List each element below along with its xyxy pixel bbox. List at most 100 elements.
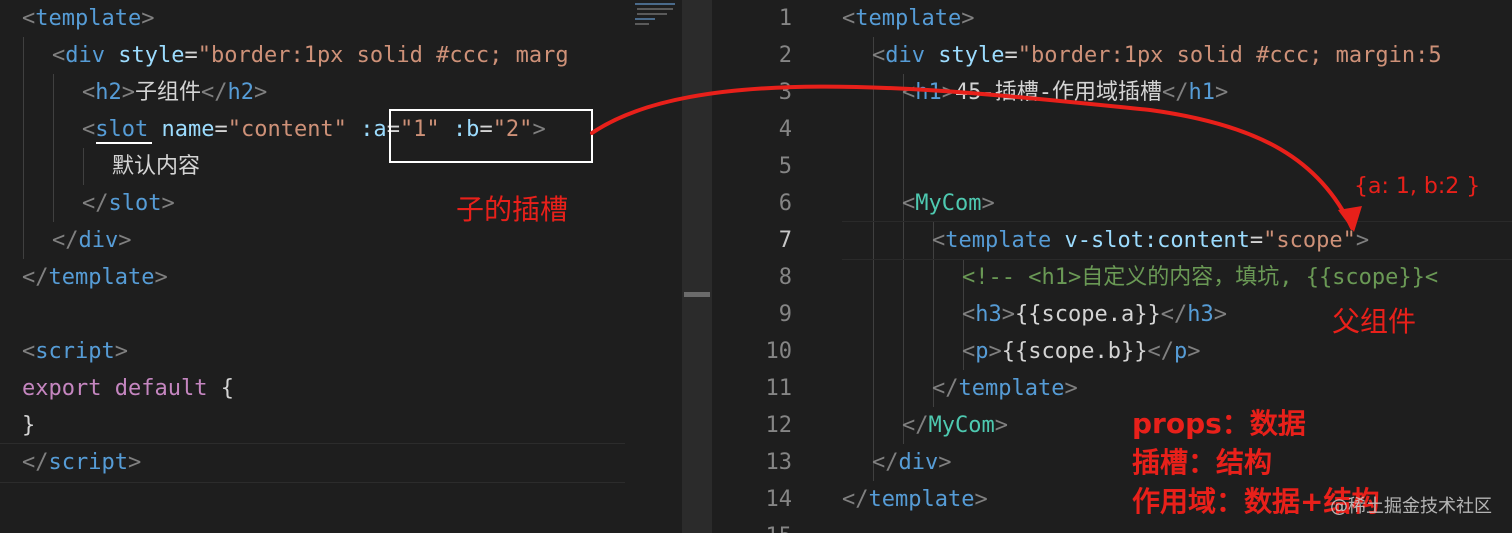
token: style [118, 43, 185, 68]
token: slot [108, 191, 162, 216]
token: > [961, 6, 975, 31]
token: h1 [1188, 80, 1215, 105]
code-line[interactable]: <div style="border:1px solid #ccc; marg [52, 37, 569, 74]
line-number: 9 [778, 302, 792, 327]
line-number: 7 [778, 228, 792, 253]
token: < [52, 43, 66, 68]
indent-guide [53, 74, 54, 222]
token: > [1064, 376, 1078, 401]
token: > [254, 80, 268, 105]
token: < [902, 191, 916, 216]
token: template [35, 6, 142, 31]
token: > [988, 339, 1002, 364]
token: </ [22, 265, 49, 290]
token: "content" [227, 117, 347, 142]
line-number: 15 [712, 518, 793, 533]
token: > [118, 228, 132, 253]
token: </ [1147, 339, 1174, 364]
token: < [962, 339, 976, 364]
code-line[interactable]: <h1>45-插槽-作用域插槽</h1> [902, 74, 1228, 111]
code-line[interactable]: <!-- <h1>自定义的内容，填坑, {{scope}}< [962, 259, 1438, 296]
minimap[interactable] [625, 0, 682, 533]
token: h3 [1187, 302, 1214, 327]
token: h2 [227, 80, 255, 105]
minimap-line [637, 13, 667, 15]
token: </ [201, 80, 228, 105]
token: > [941, 80, 955, 105]
token: :a [360, 117, 387, 142]
line-number: 6 [778, 191, 792, 216]
watermark: @稀土掘金技术社区 [1330, 496, 1492, 517]
token: < [22, 6, 36, 31]
line-number: 8 [778, 265, 792, 290]
token: < [932, 228, 946, 253]
code-line[interactable]: </MyCom> [902, 407, 1008, 444]
token: </ [82, 191, 109, 216]
token: < [82, 117, 96, 142]
code-line[interactable]: </template> [842, 481, 988, 518]
line-number: 3 [778, 80, 792, 105]
token: </ [1161, 80, 1189, 105]
code-line[interactable]: <h2>子组件</h2> [82, 74, 267, 111]
token: div [78, 228, 119, 253]
token: > [974, 487, 988, 512]
code-line[interactable]: <template> [22, 0, 154, 37]
code-line[interactable]: <template v-slot:content="scope"> [932, 222, 1369, 259]
code-line[interactable]: </slot> [82, 185, 175, 222]
token: < [82, 80, 96, 105]
scope-value-annotation: {a: 1, b:2 } [1354, 174, 1481, 199]
child-slot-label: 子的插槽 [456, 193, 569, 226]
indent-guide [83, 148, 84, 185]
code-line[interactable]: export default { [22, 370, 234, 407]
line-number: 2 [778, 43, 792, 68]
token: div [898, 450, 939, 475]
token: 默认内容 [112, 154, 201, 179]
token: div [65, 43, 105, 68]
line-number: 4 [778, 117, 792, 142]
left-editor-pane[interactable]: <template> <div style="border:1px solid … [0, 0, 625, 533]
code-line[interactable]: </div> [52, 222, 132, 259]
token: > [1187, 339, 1201, 364]
token: } [22, 413, 36, 438]
token: </ [842, 487, 869, 512]
vertical-scrollbar[interactable] [682, 0, 712, 533]
token: name [161, 117, 215, 142]
token: > [114, 339, 128, 364]
code-line[interactable]: </template> [932, 370, 1078, 407]
slot-underline [96, 142, 152, 144]
scrollbar-thumb[interactable] [684, 292, 710, 297]
token: > [154, 265, 168, 290]
token: template [868, 487, 975, 512]
token: p [1173, 339, 1188, 364]
minimap-line [637, 8, 673, 10]
token: style [938, 43, 1005, 68]
code-line[interactable]: </template> [22, 259, 168, 296]
code-line[interactable]: <h3>{{scope.a}}</h3> [962, 296, 1227, 333]
token: {{scope.a}} [1015, 302, 1161, 327]
minimap-line [635, 23, 649, 25]
code-line[interactable]: } [22, 407, 35, 444]
code-line[interactable]: <MyCom> [902, 185, 995, 222]
token: <!-- <h1>自定义的内容，填坑, {{scope}}< [962, 265, 1439, 290]
token: < [842, 6, 856, 31]
indent-guide [23, 37, 24, 259]
code-line[interactable]: </script> [22, 444, 141, 481]
code-line[interactable]: <script> [22, 333, 128, 370]
token: > [121, 80, 135, 105]
code-line[interactable]: <template> [842, 0, 974, 37]
token: 子组件 [135, 80, 202, 105]
code-line[interactable]: 默认内容 [112, 148, 200, 185]
code-line[interactable]: </div> [872, 444, 952, 481]
token: 45-插槽-作用域插槽 [955, 80, 1162, 105]
minimap-line [635, 3, 675, 5]
token: p [975, 339, 989, 364]
line-number: 14 [765, 487, 793, 512]
token: h1 [915, 80, 942, 105]
right-editor-pane[interactable]: 1 2 3 4 5 6 7 8 9 10 11 12 13 14 15 <tem… [712, 0, 1512, 533]
code-line[interactable]: <p>{{scope.b}}</p> [962, 333, 1200, 370]
token: { [220, 376, 234, 401]
code-line[interactable]: <div style="border:1px solid #ccc; margi… [872, 37, 1442, 74]
token: template [945, 228, 1052, 253]
token: </ [932, 376, 959, 401]
highlight-box [389, 109, 593, 163]
